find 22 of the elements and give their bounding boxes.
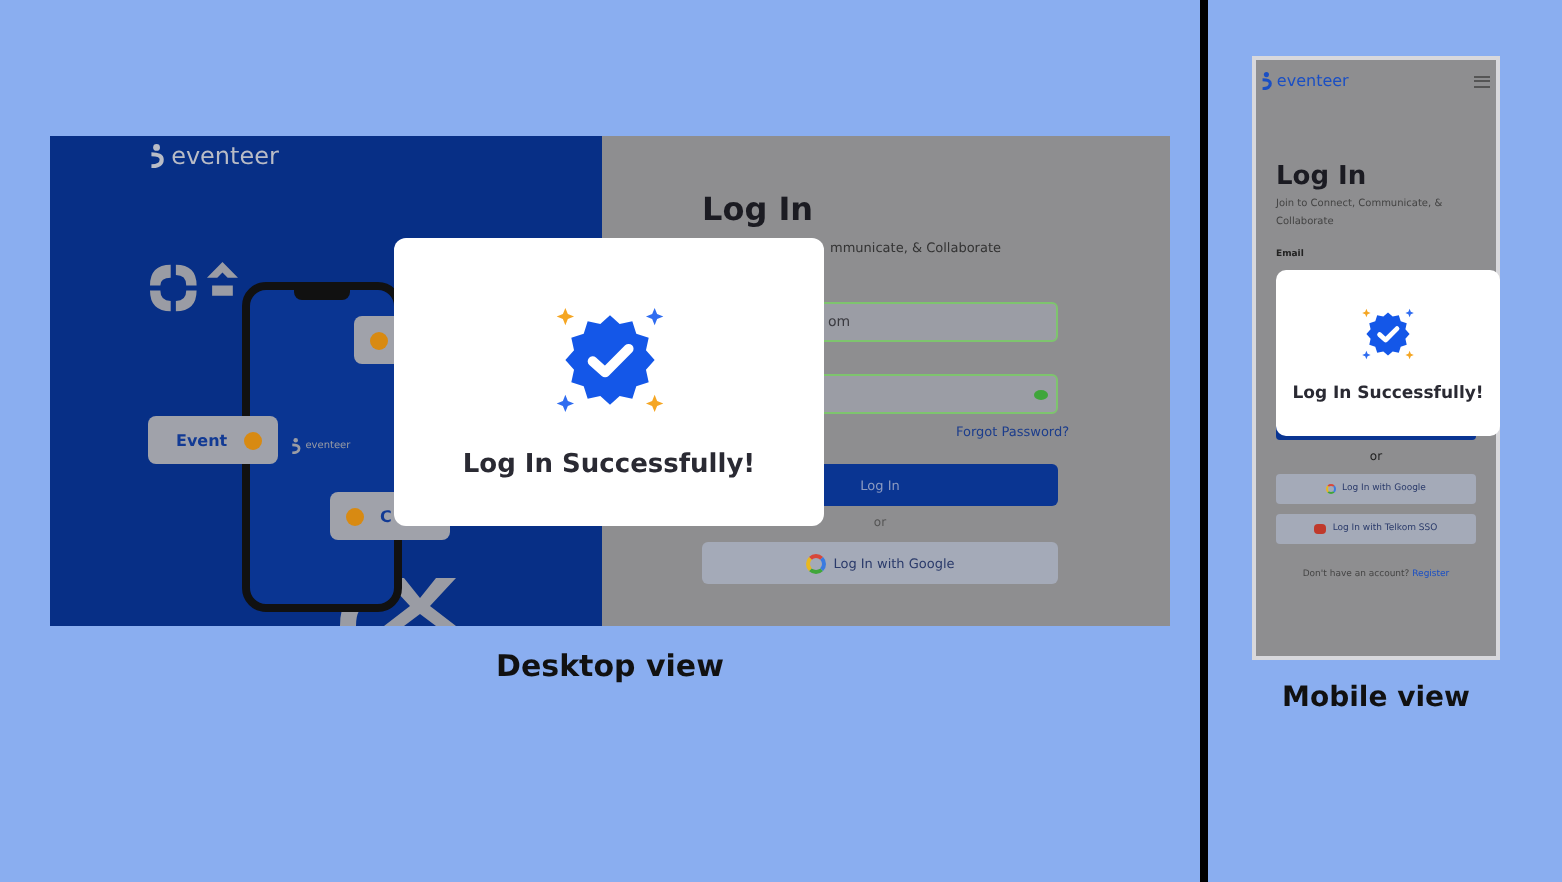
logo-icon	[290, 438, 302, 454]
google-icon	[1326, 484, 1337, 494]
logo-icon	[148, 144, 166, 168]
view-caption: Desktop view	[494, 648, 726, 684]
success-message: Log In Successfully!	[1292, 383, 1484, 403]
brand-name: eventeer	[1276, 72, 1349, 90]
status-dot-icon	[370, 331, 388, 349]
pattern-drawing	[150, 262, 238, 314]
sso-icon	[1314, 524, 1327, 534]
status-dot-icon	[346, 507, 364, 525]
verified-badge-icon	[1358, 303, 1418, 363]
page-heading: Log In	[702, 190, 816, 228]
google-icon	[805, 553, 826, 573]
eye-icon	[1034, 389, 1048, 399]
menu-icon[interactable]	[1474, 75, 1490, 87]
logo-icon	[1260, 72, 1273, 90]
chip-label: C	[380, 507, 392, 525]
brand-name: eventeer	[171, 142, 279, 170]
status-dot-icon	[243, 431, 262, 449]
view-caption: Mobile view	[1280, 682, 1472, 714]
chip-label: Event	[174, 431, 228, 449]
page-heading: Log In	[1276, 162, 1369, 192]
